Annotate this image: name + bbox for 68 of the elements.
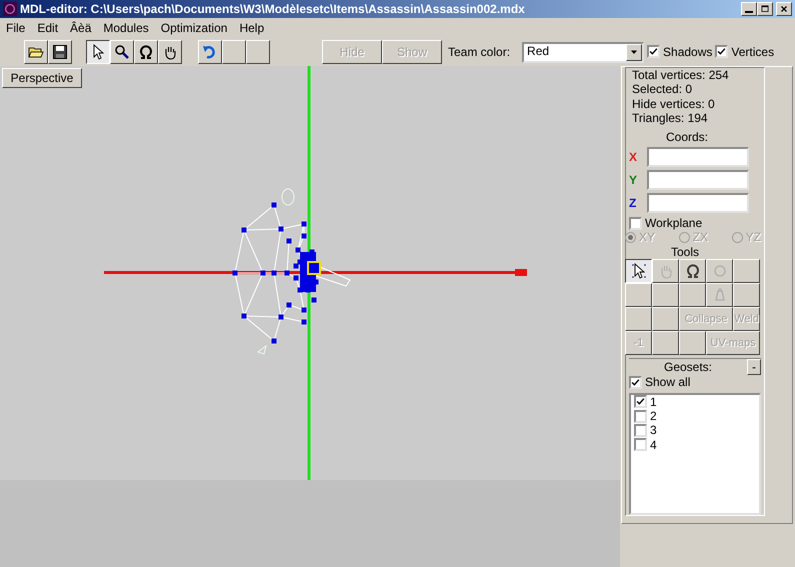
axis-label: Y: [629, 172, 638, 188]
radio-button[interactable]: [678, 232, 690, 244]
checkbox-label: Shadows: [663, 44, 712, 60]
circle-icon: [712, 263, 728, 280]
geoset-checkbox[interactable]: [634, 424, 647, 437]
team-color-dropdown[interactable]: Red: [522, 42, 644, 62]
minimize-icon: [745, 11, 753, 13]
blank-button[interactable]: [733, 283, 760, 308]
app-logo-icon: [3, 2, 17, 16]
geoset-checkbox[interactable]: [634, 438, 647, 452]
axis-label: Z: [629, 196, 638, 210]
menu-item[interactable]: Optimization: [154, 20, 234, 36]
geoset-checkbox[interactable]: [634, 410, 647, 423]
menu-item[interactable]: Modules: [97, 20, 155, 36]
menu-item[interactable]: Help: [233, 20, 270, 36]
geosets-label: Geosets:: [662, 360, 714, 374]
checkbox-label: Vertices: [731, 44, 774, 60]
caret-icon: [630, 48, 638, 56]
tools-label: Tools: [670, 244, 700, 260]
stat-text: Hide vertices: 0: [631, 96, 716, 112]
maximize-icon: [760, 4, 770, 14]
blank-button[interactable]: [652, 283, 679, 308]
omega-icon: [684, 263, 700, 280]
blank-button[interactable]: [652, 331, 679, 356]
geoset-label: 1: [650, 394, 657, 409]
stat-text: Total vertices: 254: [631, 68, 730, 82]
minimize-button[interactable]: [741, 2, 757, 16]
blank-button[interactable]: [625, 307, 652, 332]
checkbox-label: Show all: [645, 375, 690, 390]
axis-label: X: [629, 150, 638, 164]
blank-button[interactable]: [679, 331, 706, 356]
coords-label: Coords:: [664, 130, 710, 144]
checkbox[interactable]: [629, 376, 642, 389]
perspective-button[interactable]: Perspective: [2, 68, 82, 88]
geoset-label: 2: [650, 408, 657, 424]
coordinate-field[interactable]: [647, 192, 749, 213]
tool-button[interactable]: [625, 259, 652, 284]
geoset-checkbox[interactable]: [634, 395, 647, 408]
team-color-label: Team color:: [448, 44, 510, 60]
geoset-label: 3: [650, 423, 657, 438]
blank-button[interactable]: [733, 259, 760, 284]
menu-item[interactable]: File: [0, 20, 32, 36]
close-icon: [779, 4, 789, 14]
checkbox[interactable]: [629, 216, 642, 230]
radio-button[interactable]: [732, 232, 743, 244]
menu-item[interactable]: Edit: [31, 20, 64, 36]
toolbar-button[interactable]: [86, 40, 110, 64]
window-title: MDL-editor: C:\Users\pach\Documents\W3\Modèlesetc\Items\Assassin\Assassin002.mdx: [20, 2, 526, 16]
omega-icon: [138, 44, 154, 60]
coordinate-field[interactable]: [647, 146, 749, 167]
arrow-cursor-icon: [630, 263, 646, 280]
coordinate-field[interactable]: [647, 170, 749, 190]
stat-text: Selected: 0: [631, 82, 694, 97]
checkbox[interactable]: [647, 45, 660, 58]
checkbox[interactable]: [715, 45, 728, 58]
search-icon: [114, 44, 130, 60]
close-button[interactable]: [776, 2, 792, 16]
stat-text: Triangles: 194: [631, 111, 709, 126]
menu-item[interactable]: Âèä: [64, 20, 98, 36]
maximize-button[interactable]: [757, 2, 773, 16]
undo-arrow-icon: [202, 44, 218, 60]
radio-button[interactable]: [625, 232, 636, 244]
geoset-label: 4: [650, 438, 657, 452]
blank-button[interactable]: [625, 283, 652, 308]
blank-button[interactable]: [679, 283, 706, 308]
checkbox-label: Workplane: [645, 216, 702, 230]
collapse-button[interactable]: -: [747, 359, 761, 376]
blank-button[interactable]: [652, 307, 679, 332]
